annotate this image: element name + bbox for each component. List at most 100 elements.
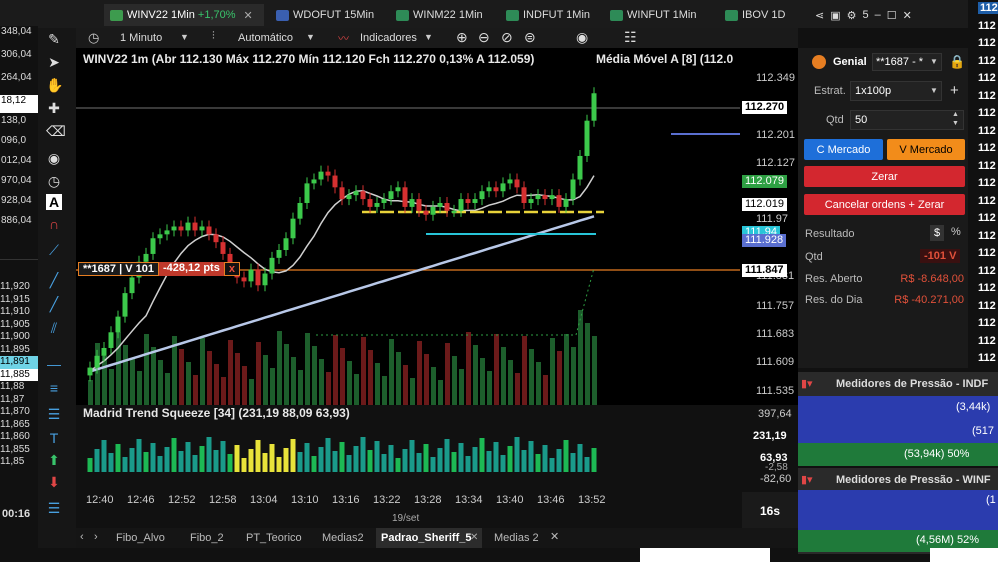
gear-icon[interactable]: ⚙ — [847, 9, 863, 22]
text-tool-icon[interactable]: T — [46, 430, 62, 446]
scale-icon[interactable]: ⫶ — [212, 30, 215, 43]
buy-market-button[interactable]: C Mercado — [804, 139, 883, 160]
arrow-up-icon[interactable]: ⬆ — [46, 452, 62, 468]
left-axis-top: 348,04 306,04 264,04 18,12 138,0 096,0 0… — [0, 26, 38, 233]
text-icon[interactable]: A — [46, 194, 62, 210]
zoom-reset-icon[interactable]: ⊜ — [524, 29, 536, 46]
tab-pt-teorico[interactable]: PT_Teorico — [246, 532, 302, 544]
chevron-down-icon[interactable]: ▼ — [180, 32, 189, 42]
sell-market-button[interactable]: V Mercado — [887, 139, 965, 160]
levels-icon[interactable]: ☰ — [46, 406, 62, 422]
eye-icon[interactable]: ◉ — [576, 29, 588, 46]
tab-winm22[interactable]: WINM22 1Min — [396, 5, 483, 25]
clock-icon[interactable]: ◷ — [46, 173, 62, 189]
squeeze-bar — [360, 437, 366, 472]
result-percent-toggle[interactable]: % — [951, 226, 961, 238]
minimize-icon[interactable]: – — [875, 9, 887, 21]
cursor-icon[interactable]: ➤ — [46, 54, 62, 70]
candle — [311, 179, 317, 184]
volume-bar — [214, 364, 219, 405]
close-icon[interactable]: ✕ — [244, 9, 253, 22]
tab-scroll-right[interactable]: › — [94, 531, 98, 543]
horizontal-line-icon[interactable]: — — [46, 356, 62, 372]
menu-icon[interactable]: ☰ — [46, 500, 62, 516]
bottom-white-block — [640, 548, 770, 562]
tab-indfut[interactable]: INDFUT 1Min — [506, 5, 590, 25]
fibonacci-icon[interactable]: ≡ — [46, 380, 62, 396]
close-window-icon[interactable]: ✕ — [903, 9, 918, 22]
settings-sliders-icon[interactable]: ☷ — [624, 29, 637, 46]
tab-ibov[interactable]: IBOV 1D — [725, 5, 785, 25]
tab-fibo-2[interactable]: Fibo_2 — [190, 532, 224, 544]
magnet-icon[interactable]: ∩ — [46, 216, 62, 232]
clock-icon[interactable]: ◷ — [88, 30, 99, 46]
tab-winv22[interactable]: WINV22 1Min +1,70% ✕ — [110, 5, 253, 25]
tab-medias-2[interactable]: Medias 2 — [494, 532, 539, 544]
chevron-down-icon[interactable]: ▼ — [306, 32, 315, 42]
cancel-zerar-button[interactable]: Cancelar ordens + Zerar — [804, 194, 965, 215]
estrat-select[interactable]: 1x100p — [850, 81, 942, 101]
zoom-fit-icon[interactable]: ⊘ — [501, 29, 513, 46]
timeframe-select[interactable]: 1 Minuto — [120, 32, 162, 44]
candle — [269, 257, 275, 274]
image-icon[interactable]: ▣ — [830, 9, 846, 22]
price-tag-order: 111.847 — [742, 264, 787, 277]
share-icon[interactable]: ⋖ — [815, 9, 830, 22]
squeeze-bar — [528, 441, 534, 472]
flag-icon — [610, 9, 623, 21]
arrow-down-icon[interactable]: ⬇ — [46, 474, 62, 490]
zoom-out-icon[interactable]: ⊖ — [478, 29, 490, 46]
target-icon[interactable]: ◉ — [46, 150, 62, 166]
add-strategy-icon[interactable]: + — [950, 82, 959, 99]
tab-fibo-alvo[interactable]: Fibo_Alvo — [116, 532, 165, 544]
close-order-icon[interactable]: x — [223, 262, 240, 276]
result-currency-toggle[interactable]: $ — [930, 225, 944, 241]
zoom-in-icon[interactable]: ⊕ — [456, 29, 468, 46]
squeeze-bar — [563, 440, 569, 472]
candle — [255, 269, 261, 286]
zerar-button[interactable]: Zerar — [804, 166, 965, 187]
hand-icon[interactable]: ✋ — [46, 77, 63, 93]
eraser-icon[interactable]: ⌫ — [46, 123, 66, 139]
close-icon[interactable]: ✕ — [470, 532, 478, 543]
candle — [521, 187, 527, 203]
ray-tool-icon[interactable]: ╱ — [46, 296, 62, 312]
candle — [437, 202, 443, 207]
order-line-label[interactable]: **1687 | V 101 -428,12 pts x — [78, 262, 240, 276]
crosshair-icon[interactable]: ✚ — [46, 100, 62, 116]
chevron-down-icon[interactable]: ▼ — [930, 57, 938, 66]
qtd-input[interactable]: 50 — [850, 110, 964, 130]
drag-handle-icon[interactable]: ▮▾ — [801, 377, 813, 390]
chevron-down-icon[interactable]: ▼ — [930, 86, 938, 95]
tab-scroll-left[interactable]: ‹ — [80, 531, 84, 543]
volume-bar — [571, 347, 576, 405]
squeeze-bar — [577, 444, 583, 472]
tab-wdofut[interactable]: WDOFUT 15Min — [276, 5, 374, 25]
squeeze-bar — [297, 452, 303, 472]
maximize-icon[interactable]: ☐ — [887, 9, 903, 22]
volume-bar — [368, 350, 373, 405]
tab-padrao-sheriff[interactable]: Padrao_Sheriff_5 — [381, 532, 471, 544]
brush-icon[interactable]: ⟋ — [46, 242, 62, 258]
channel-tool-icon[interactable]: ⫽ — [46, 320, 62, 336]
pencil-icon[interactable]: ✎ — [46, 31, 62, 47]
scale-select[interactable]: Automático — [238, 32, 293, 44]
add-tab-icon[interactable]: ✕ — [550, 530, 559, 543]
open-result-value: R$ -8.648,00 — [900, 273, 964, 285]
drag-handle-icon[interactable]: ▮▾ — [801, 473, 813, 486]
volume-bar — [522, 336, 527, 405]
qtd-stepper[interactable]: ▲ ▼ — [952, 110, 959, 128]
line-tool-icon[interactable]: ╱ — [46, 272, 62, 288]
candle — [444, 202, 450, 211]
right-edge-label: 112 — [978, 159, 996, 172]
indicators-icon[interactable]: 〰 — [338, 30, 349, 46]
squeeze-bar — [353, 446, 359, 472]
indicators-button[interactable]: Indicadores — [360, 32, 417, 44]
price-axis-label: 111.535 — [756, 385, 795, 397]
tab-winfut[interactable]: WINFUT 1Min — [610, 5, 696, 25]
squeeze-bar — [381, 454, 387, 472]
right-edge-label: 112 — [978, 124, 996, 137]
tab-medias2[interactable]: Medias2 — [322, 532, 364, 544]
chevron-down-icon[interactable]: ▼ — [424, 32, 433, 42]
lock-icon[interactable]: 🔒 — [949, 54, 965, 70]
